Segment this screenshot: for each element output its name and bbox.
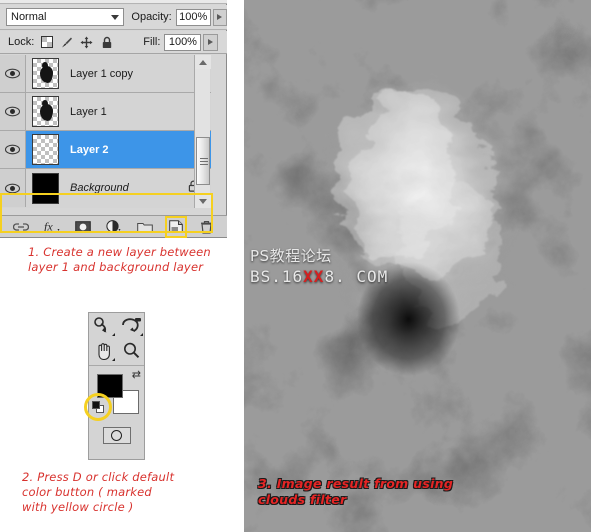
swap-colors-arrow-icon[interactable]: ⇄ (132, 370, 141, 381)
chevron-down-icon (111, 14, 120, 20)
eye-icon (5, 183, 20, 193)
grip-icon (200, 158, 208, 165)
watermark-url-red: XX (303, 267, 325, 286)
watermark-url-suffix: 8. COM (324, 267, 389, 286)
layers-panel-toolbar: fx (0, 215, 227, 238)
lock-all-icon[interactable] (100, 36, 113, 49)
watermark-url-prefix: BS.16 (250, 267, 304, 286)
layer-style-fx-icon[interactable]: fx (44, 219, 60, 235)
layer-mask-icon[interactable] (74, 219, 91, 235)
svg-text:fx: fx (44, 220, 53, 233)
watermark-url: BS.16XX8. COM (250, 267, 388, 286)
adjustment-layer-icon[interactable] (105, 219, 122, 235)
opacity-input[interactable]: 100% (175, 8, 211, 26)
opacity-slider-button[interactable] (212, 8, 227, 26)
quick-mask-mode-icon[interactable] (102, 427, 131, 444)
tool-buttons-group (89, 313, 146, 363)
triangle-up-icon (199, 59, 207, 65)
dodge-tool-icon[interactable] (89, 313, 117, 338)
eye-icon (5, 106, 20, 117)
panel-top-edge (0, 0, 227, 4)
tutorial-screenshot: Normal Opacity: 100% Lock: Fill: 100% La… (0, 0, 591, 532)
eye-icon (5, 144, 20, 155)
blend-mode-value: Normal (11, 11, 47, 23)
eye-icon (5, 68, 20, 79)
layer-thumbnail[interactable] (32, 58, 59, 89)
layer-visibility-toggle[interactable] (0, 55, 26, 92)
annotation-note-2: 2. Press D or click default color button… (22, 470, 174, 515)
annotation-note-3: 3. Image result from using clouds filter (258, 476, 453, 508)
table-row-selected[interactable]: Layer 2 (0, 131, 211, 169)
color-swatch-area: ⇄ (84, 368, 144, 423)
watermark-chinese-text: PS教程论坛 (250, 247, 332, 265)
layer-name: Background (70, 182, 129, 194)
scrollbar-thumb[interactable] (196, 137, 210, 185)
highlight-circle (84, 393, 112, 421)
lock-icon-group (40, 36, 113, 49)
tool-group-arrow-icon (112, 333, 115, 336)
move-lock-icon[interactable] (80, 36, 93, 49)
table-row[interactable]: Background (0, 169, 211, 207)
fill-input[interactable]: 100% (164, 33, 202, 51)
annotation-note-1: 1. Create a new layer between layer 1 an… (28, 245, 211, 275)
note-3-line-2: clouds filter (258, 492, 347, 507)
blend-mode-select[interactable]: Normal (6, 8, 125, 26)
layers-panel: Normal Opacity: 100% Lock: Fill: 100% La… (0, 0, 227, 238)
divider (89, 365, 144, 366)
note-2-line-1: 2. Press D or click default (22, 470, 175, 484)
lock-label: Lock: (8, 36, 35, 48)
layers-list: Layer 1 copy Layer 1 Layer 2 Background (0, 55, 213, 233)
scroll-down-button[interactable] (195, 194, 211, 208)
note-3-line-1: 3. Image result from using (258, 476, 454, 491)
hand-tool-icon[interactable] (89, 338, 117, 363)
layer-visibility-toggle[interactable] (0, 93, 26, 130)
chevron-right-icon (208, 39, 214, 45)
chevron-right-icon (217, 14, 223, 20)
fill-label: Fill: (143, 36, 161, 48)
tool-palette: ⇄ (84, 312, 146, 460)
delete-layer-trash-icon[interactable] (199, 219, 215, 235)
note-2-line-2: color button ( marked (22, 485, 152, 499)
left-column: Normal Opacity: 100% Lock: Fill: 100% La… (0, 0, 244, 532)
layer-visibility-toggle[interactable] (0, 169, 26, 207)
new-layer-icon[interactable] (164, 215, 187, 238)
blend-mode-row: Normal Opacity: 100% (0, 5, 227, 30)
watermark: PS教程论坛 BS.16XX8. COM (250, 245, 388, 286)
zoom-tool-icon[interactable] (117, 338, 145, 363)
layer-name: Layer 2 (70, 143, 109, 156)
link-layers-icon[interactable] (12, 219, 29, 235)
new-group-folder-icon[interactable] (136, 219, 153, 235)
layer-thumbnail[interactable] (32, 172, 59, 204)
scroll-up-button[interactable] (195, 55, 211, 69)
triangle-down-icon (199, 198, 207, 204)
blur-smudge-tool-icon[interactable] (117, 313, 145, 338)
lock-row: Lock: Fill: 100% (0, 31, 227, 54)
tool-group-arrow-icon (140, 333, 143, 336)
layer-name: Layer 1 (70, 105, 107, 118)
table-row[interactable]: Layer 1 copy (0, 55, 211, 93)
layer-name: Layer 1 copy (70, 67, 133, 80)
note-1-line-1: 1. Create a new layer between (28, 245, 211, 259)
transparency-lock-icon[interactable] (40, 36, 53, 49)
fill-slider-button[interactable] (203, 33, 219, 51)
scrollbar[interactable] (194, 55, 211, 208)
tool-group-arrow-icon (112, 358, 115, 361)
image-result-panel: PS教程论坛 BS.16XX8. COM 3. Image result fro… (244, 0, 591, 532)
quick-mask-row (89, 427, 144, 444)
opacity-label: Opacity: (131, 11, 172, 23)
layer-thumbnail[interactable] (32, 96, 59, 127)
note-2-line-3: with yellow circle ) (22, 500, 134, 514)
note-1-line-2: layer 1 and background layer (28, 260, 204, 274)
table-row[interactable]: Layer 1 (0, 93, 211, 131)
layer-thumbnail[interactable] (32, 134, 59, 165)
brush-lock-icon[interactable] (60, 36, 73, 49)
layer-visibility-toggle[interactable] (0, 131, 26, 168)
